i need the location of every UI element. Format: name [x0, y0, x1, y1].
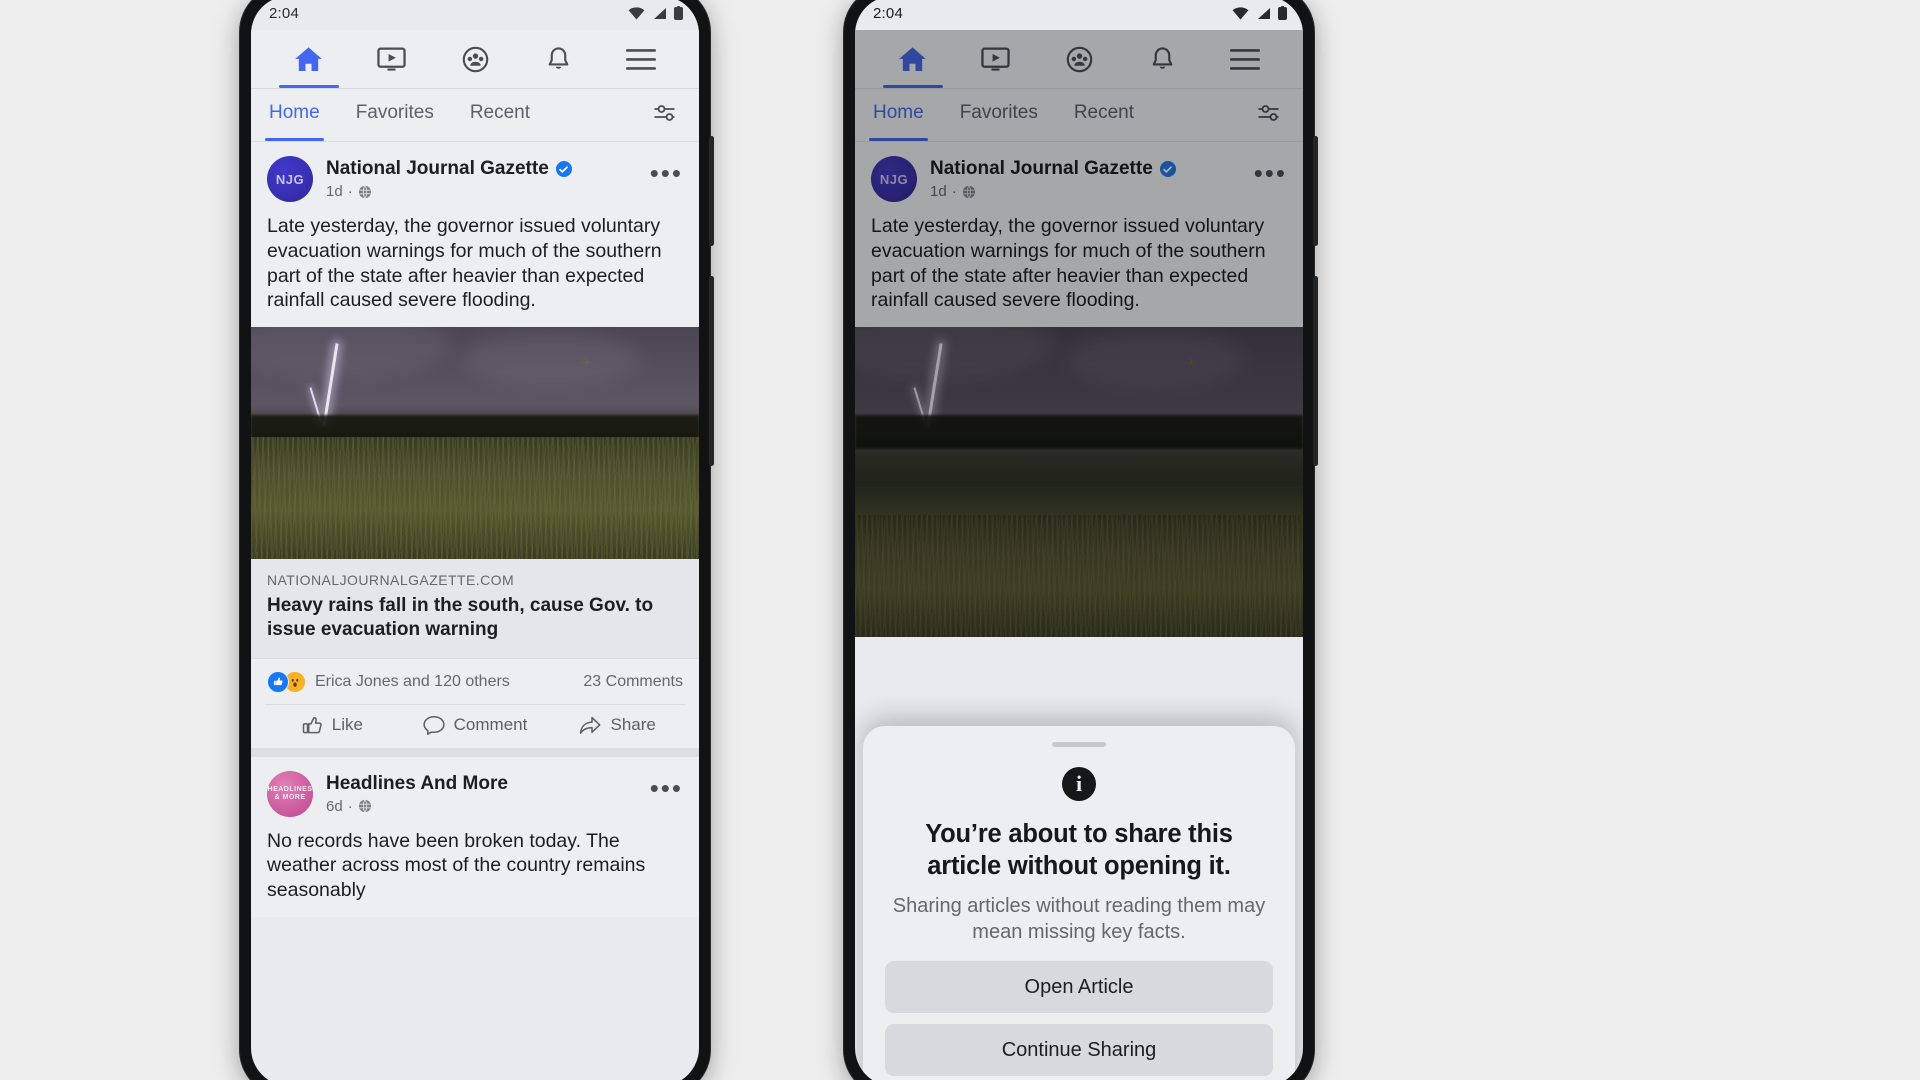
globe-icon — [358, 185, 371, 198]
comments-count[interactable]: 23 Comments — [583, 673, 683, 691]
feed-tab-home[interactable]: Home — [265, 89, 324, 141]
feed-tab-bar[interactable]: Home Favorites Recent — [251, 89, 699, 141]
battery-icon — [674, 6, 683, 20]
link-domain: NATIONALJOURNALGAZETTE.COM — [267, 572, 515, 588]
nav-tab-menu[interactable] — [600, 30, 683, 88]
phone-screen-right: 2:04 Home Favorites Recent NJG National … — [855, 0, 1303, 1080]
verified-badge-icon — [555, 161, 572, 177]
feed-post-2: HEADLINES & MORE Headlines And More 6d ·… — [251, 756, 699, 917]
phone-screen-left: 2:04 Home Favorites Recent NJG National … — [251, 0, 699, 1080]
like-button[interactable]: Like — [261, 715, 404, 736]
post-author-name: National Journal Gazette — [326, 158, 549, 179]
post-more-options-button[interactable]: ••• — [650, 771, 683, 804]
link-preview-card[interactable]: NATIONALJOURNALGAZETTE.COM Heavy rains f… — [251, 559, 699, 659]
grass-field — [251, 437, 699, 559]
post-meta: National Journal Gazette 1d · — [326, 156, 650, 200]
phone-power-button — [709, 136, 714, 246]
feed-tab-label: Home — [269, 102, 320, 123]
signal-icon — [654, 7, 666, 19]
post-meta: Headlines And More 6d · — [326, 771, 650, 815]
post-author-row[interactable]: National Journal Gazette — [326, 158, 650, 180]
modal-subtitle: Sharing articles without reading them ma… — [892, 895, 1266, 943]
nav-tab-watch[interactable] — [350, 30, 433, 88]
sliders-filter-icon — [654, 104, 675, 121]
feed-tab-recent[interactable]: Recent — [470, 89, 530, 141]
phone-mockup-right: 2:04 Home Favorites Recent NJG National … — [844, 0, 1318, 1080]
wifi-icon — [628, 6, 645, 20]
feed-post: NJG National Journal Gazette 1d · ••• La… — [251, 142, 699, 748]
post-time: 1d — [326, 183, 343, 200]
post-author-row[interactable]: Headlines And More — [326, 773, 650, 795]
avatar[interactable]: NJG — [267, 156, 313, 202]
globe-icon — [358, 799, 371, 813]
avatar[interactable]: HEADLINES & MORE — [267, 770, 313, 817]
nav-tab-home[interactable] — [267, 30, 350, 88]
link-title: Heavy rains fall in the south, cause Gov… — [267, 595, 654, 641]
post-engagement-row: Erica Jones and 120 others 23 Comments — [251, 658, 699, 704]
reaction-icons — [267, 670, 306, 693]
post-separator: · — [347, 797, 353, 815]
comment-button[interactable]: Comment — [404, 715, 547, 736]
comment-button-label: Comment — [453, 715, 528, 735]
share-button-label: Share — [610, 715, 656, 735]
home-icon — [295, 46, 322, 71]
status-bar: 2:04 — [251, 0, 699, 30]
post-header: HEADLINES & MORE Headlines And More 6d ·… — [251, 757, 699, 827]
reactions-text: Erica Jones and 120 others — [315, 672, 510, 690]
drag-handle[interactable] — [1052, 742, 1106, 748]
phone-mockup-left: 2:04 Home Favorites Recent NJG National … — [240, 0, 714, 1080]
comment-bubble-icon — [423, 715, 445, 735]
info-icon-glyph: i — [1075, 771, 1083, 797]
post-separator: · — [347, 183, 353, 200]
hamburger-menu-icon — [626, 48, 657, 70]
continue-sharing-button[interactable]: Continue Sharing — [885, 1024, 1273, 1076]
top-navigation[interactable] — [251, 30, 699, 88]
bell-icon — [548, 46, 569, 69]
post-more-options-button[interactable]: ••• — [650, 156, 683, 189]
phone-power-button — [1313, 136, 1318, 246]
share-arrow-icon — [580, 716, 601, 734]
nav-tab-groups[interactable] — [433, 30, 516, 88]
post-body-text: No records have been broken today. The w… — [267, 829, 646, 902]
video-icon — [377, 46, 406, 71]
like-button-label: Like — [331, 715, 363, 735]
feed-tab-favorites[interactable]: Favorites — [356, 89, 434, 141]
like-reaction-icon — [267, 670, 289, 693]
feed-filter-button[interactable] — [652, 103, 681, 128]
groups-icon — [462, 46, 488, 72]
phone-volume-button — [1313, 276, 1318, 466]
screenshot-stage: 2:04 Home Favorites Recent NJG National … — [0, 0, 1920, 1080]
reactions-summary[interactable]: Erica Jones and 120 others — [267, 670, 510, 693]
info-icon: i — [1062, 767, 1096, 802]
nav-tab-notifications[interactable] — [517, 30, 600, 88]
status-time: 2:04 — [269, 4, 299, 22]
share-warning-modal: i You’re about to share this article wit… — [863, 726, 1295, 1080]
thumbs-up-icon — [302, 716, 322, 734]
post-header: NJG National Journal Gazette 1d · ••• — [251, 142, 699, 212]
post-time: 6d — [326, 797, 343, 815]
post-media-image[interactable]: ✈ — [251, 327, 699, 559]
feed-tab-label: Favorites — [355, 102, 434, 123]
modal-title: You’re about to share this article witho… — [925, 820, 1233, 881]
bird-silhouette: ✈ — [581, 355, 592, 370]
feed-tab-label: Recent — [469, 102, 531, 123]
post-body-text: Late yesterday, the governor issued volu… — [267, 215, 662, 312]
post-timestamp-row: 6d · — [326, 798, 650, 815]
nav-active-underline — [278, 84, 339, 88]
share-button[interactable]: Share — [546, 715, 689, 736]
phone-volume-button — [709, 276, 714, 466]
post-timestamp-row: 1d · — [326, 183, 650, 200]
feed-post-separator — [251, 747, 699, 757]
post-author-name: Headlines And More — [326, 772, 508, 794]
open-article-button[interactable]: Open Article — [885, 961, 1273, 1013]
post-action-bar: Like Comment Share — [251, 704, 699, 748]
